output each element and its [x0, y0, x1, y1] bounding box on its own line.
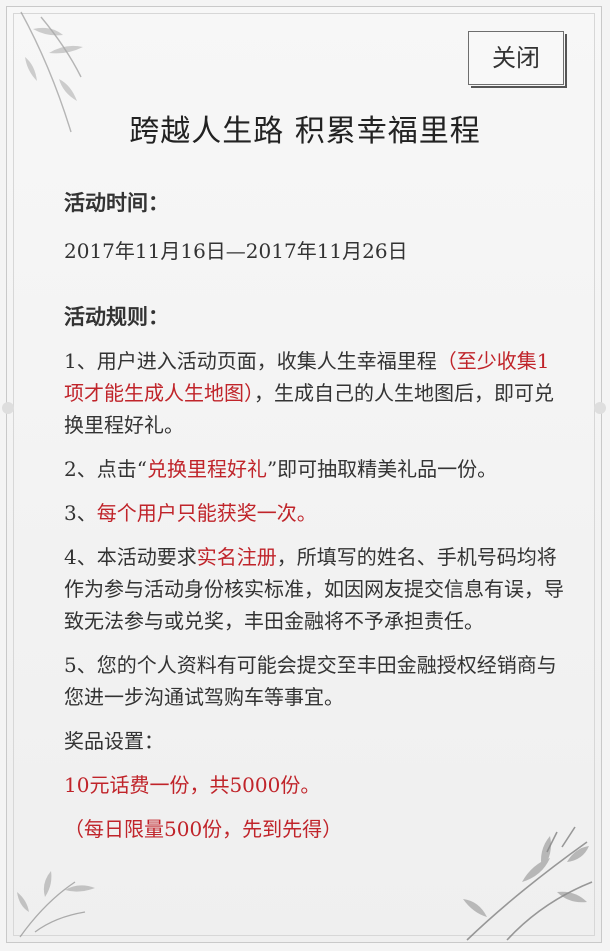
rule-3-highlight: 每个用户只能获奖一次。 [96, 501, 317, 525]
close-button[interactable]: 关闭 [468, 31, 567, 88]
activity-content: 活动时间： 2017年11月16日—2017年11月26日 活动规则： 1、用户… [64, 187, 564, 845]
activity-rules-heading: 活动规则： [64, 304, 169, 329]
prize-line-1: 10元话费一份，共5000份。 [64, 773, 321, 797]
activity-time-heading: 活动时间： [64, 190, 169, 215]
rule-3: 3、每个用户只能获奖一次。 [64, 497, 564, 529]
rule-4-text-a: 4、本活动要求 [64, 545, 197, 569]
rule-2-text-b: ”即可抽取精美礼品一份。 [266, 457, 498, 481]
bamboo-ink-bottom-left-icon [17, 871, 95, 938]
edge-dot-left-icon [2, 402, 14, 414]
rule-2: 2、点击“兑换里程好礼”即可抽取精美礼品一份。 [64, 453, 564, 485]
page-title: 跨越人生路 积累幸福里程 [129, 114, 481, 149]
prizes-heading: 奖品设置： [64, 729, 164, 753]
edge-dot-right-icon [594, 402, 606, 414]
rule-3-prefix: 3、 [64, 501, 97, 525]
rule-4-highlight: 实名注册 [196, 545, 277, 569]
rule-4: 4、本活动要求实名注册，所填写的姓名、手机号码均将作为参与活动身份核实标准，如因… [64, 541, 564, 637]
rule-2-highlight: 兑换里程好礼 [146, 457, 267, 481]
rule-5: 5、您的个人资料有可能会提交至丰田金融授权经销商与您进一步沟通试驾购车等事宜。 [64, 653, 557, 709]
rule-2-text-a: 2、点击“ [64, 457, 147, 481]
rule-1-text-a: 1、用户进入活动页面，收集人生幸福里程 [64, 349, 437, 373]
activity-time-value: 2017年11月16日—2017年11月26日 [64, 239, 408, 263]
rule-1: 1、用户进入活动页面，收集人生幸福里程（至少收集1项才能生成人生地图），生成自己… [64, 345, 564, 441]
prize-line-2: （每日限量500份，先到先得） [64, 817, 343, 841]
